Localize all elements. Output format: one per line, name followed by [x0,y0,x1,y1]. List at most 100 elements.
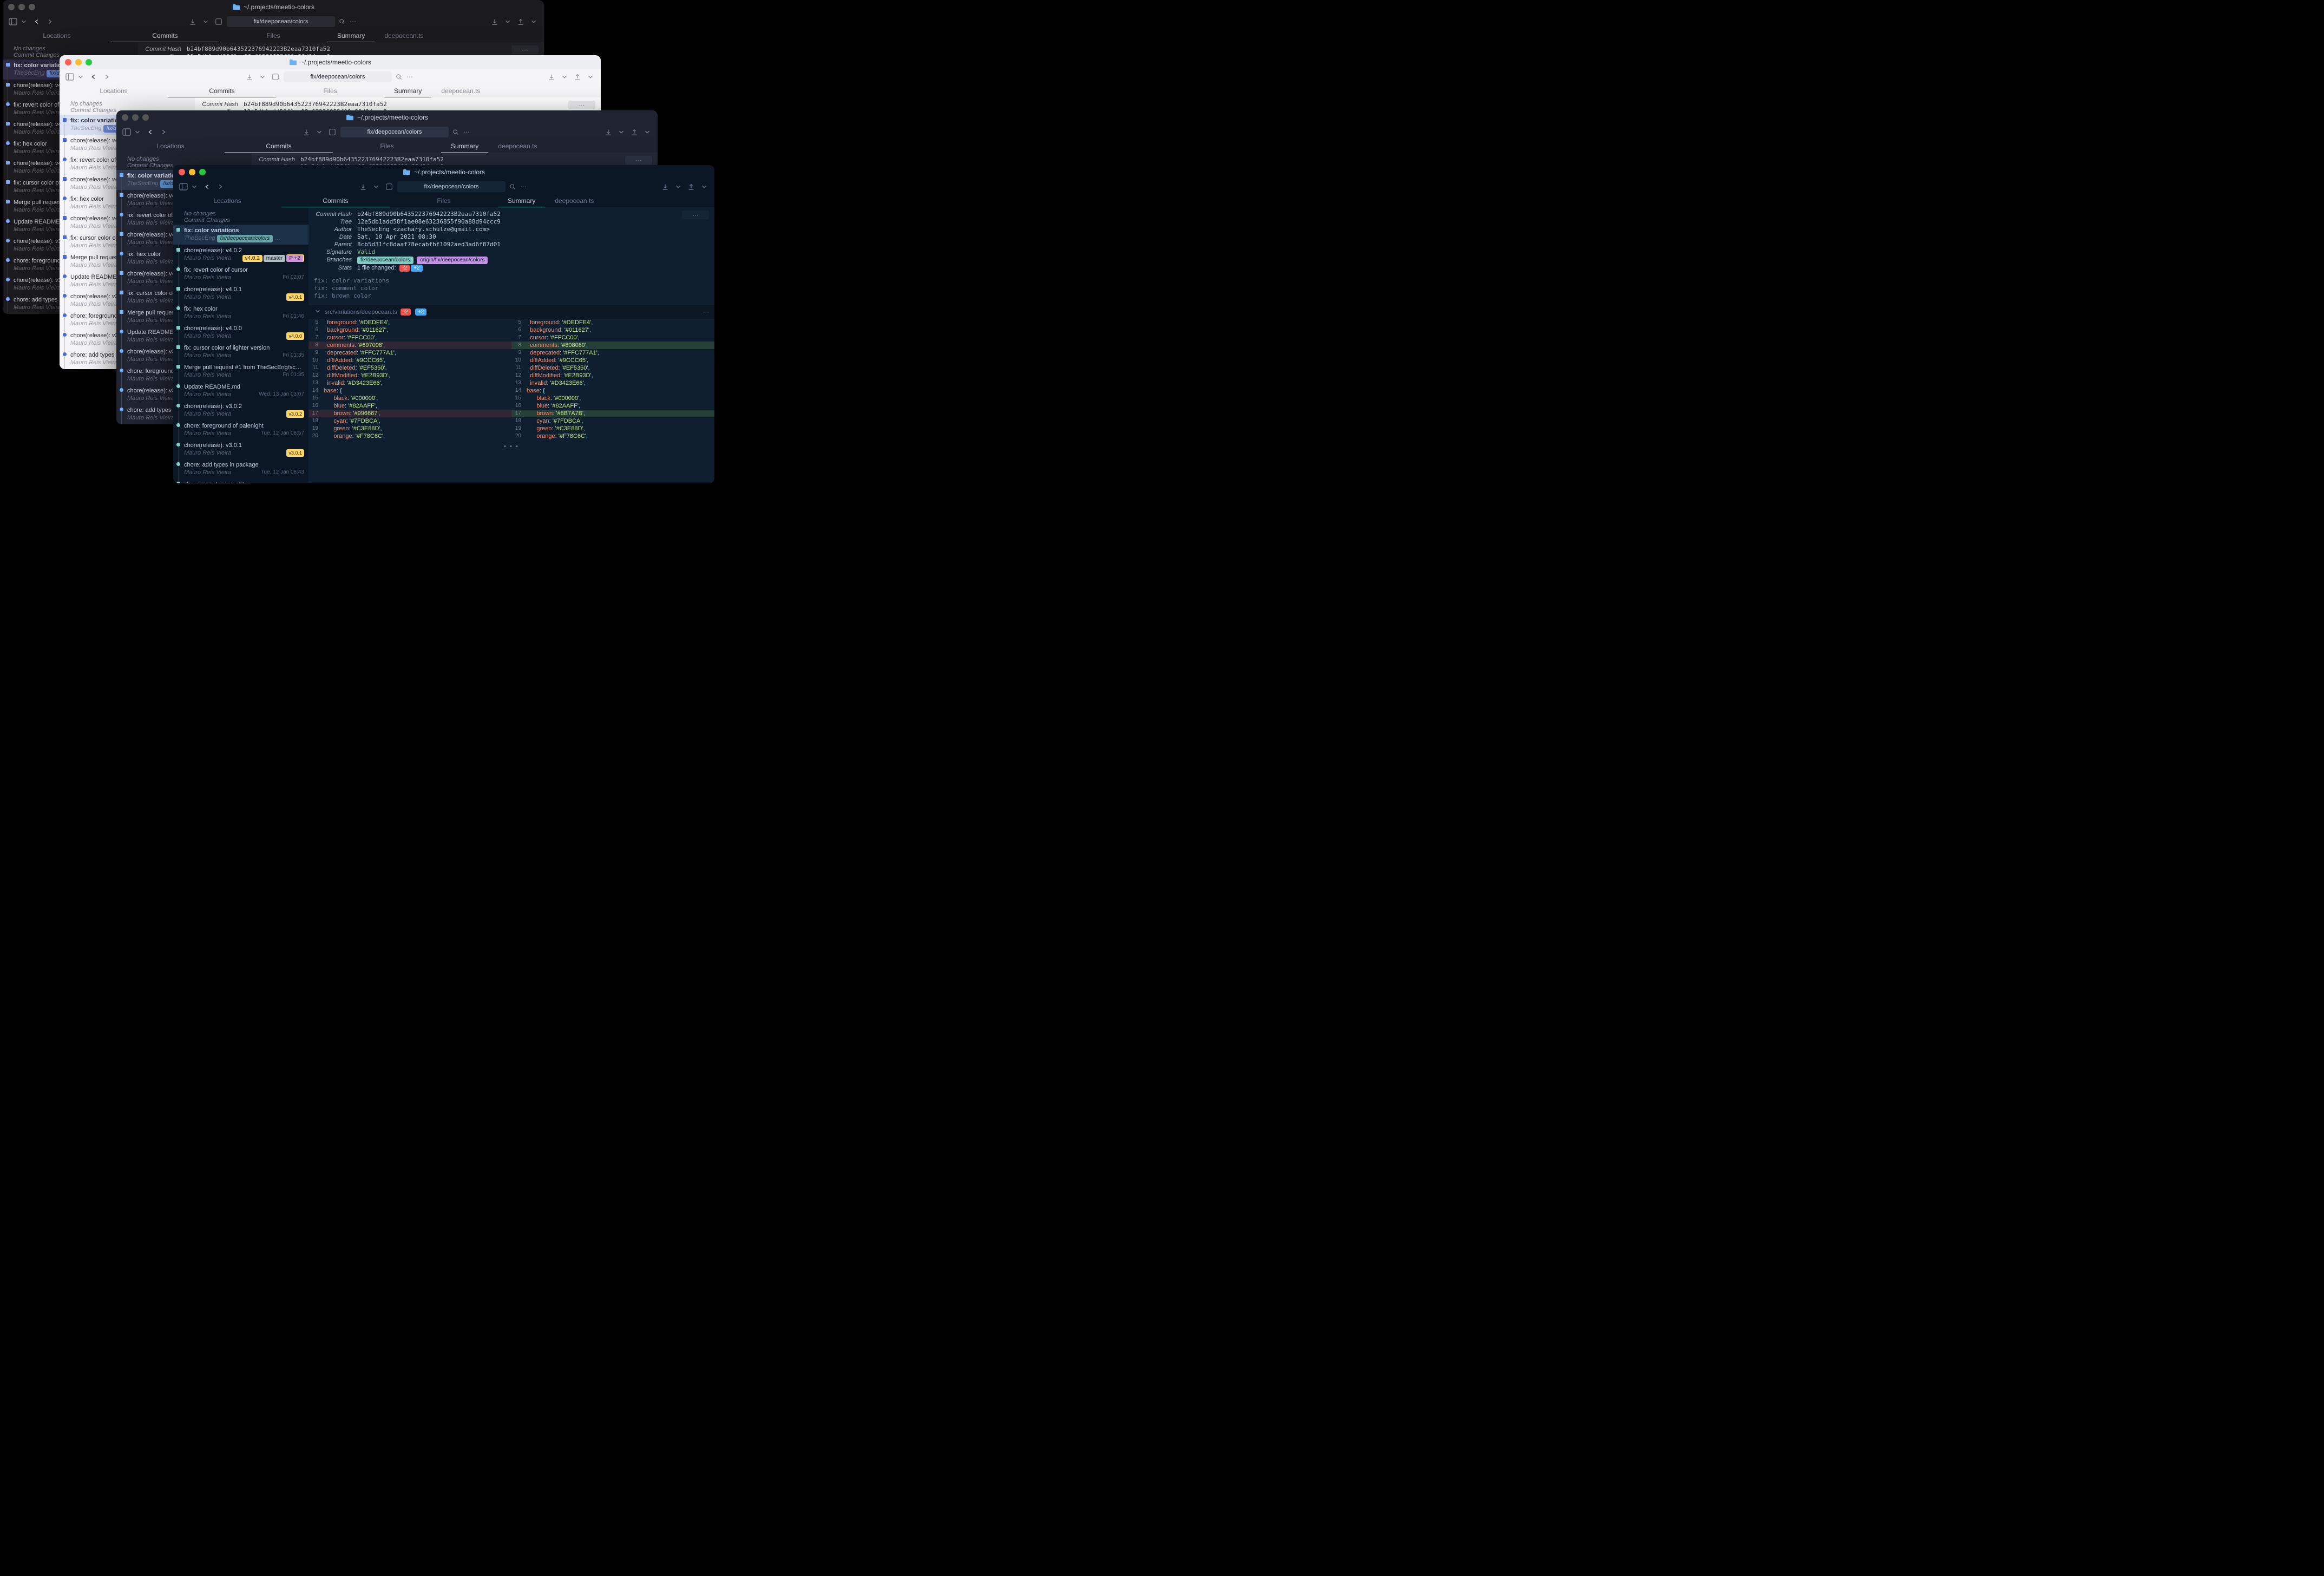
chevron-down-icon[interactable] [371,182,381,192]
commit-row[interactable]: chore: revert name of tag Mauro Reis Vie… [173,478,308,483]
more-button[interactable]: ⋯ [682,211,709,219]
traffic-lights[interactable] [122,114,149,121]
tab-summary[interactable]: Summary [498,194,545,207]
more-icon[interactable]: ⋯ [463,128,470,136]
tab-summary[interactable]: Summary [327,29,375,42]
chevron-down-icon[interactable] [560,72,569,82]
chevron-down-icon[interactable] [76,72,86,82]
chevron-down-icon[interactable] [503,17,513,27]
push-icon[interactable] [686,182,696,192]
search-icon[interactable] [395,73,403,81]
tab-files[interactable]: Files [276,84,384,97]
more-icon[interactable]: ⋯ [349,18,357,25]
diff-file-header[interactable]: src/variations/deepocean.ts -2+2 ⋯ [308,305,714,319]
pull-icon[interactable] [547,72,556,82]
tab-summary[interactable]: Summary [384,84,431,97]
omnibox[interactable]: fix/deepocean/colors [227,16,335,27]
commit-row[interactable]: fix: hex color Mauro Reis Vieira Fri 01:… [173,303,308,323]
tab-deepocean-ts[interactable]: deepocean.ts [545,194,603,207]
more-icon[interactable]: ⋯ [703,308,709,316]
nav-back-button[interactable] [146,127,155,137]
sidebar-toggle-icon[interactable] [179,182,188,192]
traffic-lights[interactable] [8,4,35,10]
tab-files[interactable]: Files [219,29,327,42]
stash-icon[interactable] [358,182,368,192]
commit-row[interactable]: chore(release): v3.0.2 Mauro Reis Vieira… [173,400,308,420]
chevron-down-icon[interactable] [586,72,595,82]
sidebar-toggle-icon[interactable] [8,17,18,27]
nav-forward-button[interactable] [159,127,168,137]
panel-icon[interactable] [327,127,337,137]
pull-icon[interactable] [490,17,500,27]
commit-row[interactable]: chore: add types in package Mauro Reis V… [173,459,308,478]
more-button[interactable]: ⋯ [625,156,652,165]
sidebar-toggle-icon[interactable] [122,127,132,137]
chevron-down-icon[interactable] [673,182,683,192]
pull-icon[interactable] [603,127,613,137]
commit-row[interactable]: chore(release): v4.0.1 Mauro Reis Vieira… [173,284,308,303]
tab-locations[interactable]: Locations [60,84,168,97]
more-button[interactable]: ⋯ [568,101,595,109]
chevron-down-icon[interactable] [19,17,29,27]
commit-row[interactable]: chore(release): v4.0.0 Mauro Reis Vieira… [173,323,308,342]
nav-forward-button[interactable] [215,182,225,192]
traffic-lights[interactable] [65,59,92,65]
push-icon[interactable] [573,72,582,82]
tab-summary[interactable]: Summary [441,140,488,153]
chevron-down-icon[interactable] [258,72,267,82]
expand-dots-icon[interactable]: ▪ ▪ ▪ [314,440,709,453]
nav-back-button[interactable] [89,72,99,82]
traffic-lights[interactable] [179,169,206,175]
omnibox[interactable]: fix/deepocean/colors [397,181,505,192]
panel-icon[interactable] [384,182,394,192]
tab-commits[interactable]: Commits [281,194,390,207]
commit-row[interactable]: fix: revert color of cursor Mauro Reis V… [173,264,308,284]
search-icon[interactable] [452,128,459,136]
chevron-down-icon[interactable] [314,127,324,137]
search-icon[interactable] [509,183,516,191]
omnibox[interactable]: fix/deepocean/colors [284,71,392,82]
tab-locations[interactable]: Locations [173,194,281,207]
tab-commits[interactable]: Commits [168,84,276,97]
commit-row[interactable]: Merge pull request #1 from TheSecEng/sch… [173,362,308,381]
nav-forward-button[interactable] [45,17,55,27]
commit-row[interactable]: chore: foreground of palenight Mauro Rei… [173,420,308,439]
tab-deepocean-ts[interactable]: deepocean.ts [431,84,490,97]
chevron-down-icon[interactable] [133,127,142,137]
push-icon[interactable] [516,17,526,27]
push-icon[interactable] [629,127,639,137]
more-button[interactable]: ⋯ [511,45,539,54]
tab-locations[interactable]: Locations [116,140,225,153]
stash-icon[interactable] [245,72,254,82]
search-icon[interactable] [338,18,346,25]
panel-icon[interactable] [271,72,280,82]
chevron-down-icon[interactable] [201,17,211,27]
chevron-down-icon[interactable] [699,182,709,192]
commit-row[interactable]: fix: color variations TheSecEng fix/deep… [173,225,308,245]
nav-back-button[interactable] [202,182,212,192]
stash-icon[interactable] [188,17,198,27]
stash-icon[interactable] [301,127,311,137]
tab-deepocean-ts[interactable]: deepocean.ts [488,140,547,153]
chevron-down-icon[interactable] [616,127,626,137]
more-icon[interactable]: ⋯ [520,183,527,191]
commit-row[interactable]: chore(release): v3.0.1 Mauro Reis Vieira… [173,439,308,459]
tab-files[interactable]: Files [390,194,498,207]
commit-row[interactable]: Update README.md Mauro Reis Vieira Wed, … [173,381,308,400]
pull-icon[interactable] [660,182,670,192]
nav-forward-button[interactable] [102,72,111,82]
more-icon[interactable]: ⋯ [406,73,413,81]
tab-locations[interactable]: Locations [3,29,111,42]
tab-commits[interactable]: Commits [111,29,219,42]
sidebar-toggle-icon[interactable] [65,72,75,82]
tab-commits[interactable]: Commits [225,140,333,153]
tab-files[interactable]: Files [333,140,441,153]
nav-back-button[interactable] [32,17,42,27]
commit-row[interactable]: fix: cursor color of lighter version Mau… [173,342,308,362]
commit-row[interactable]: chore(release): v4.0.2 Mauro Reis Vieira… [173,245,308,264]
chevron-down-icon[interactable] [529,17,539,27]
omnibox[interactable]: fix/deepocean/colors [340,127,449,137]
tab-deepocean-ts[interactable]: deepocean.ts [375,29,433,42]
chevron-down-icon[interactable] [189,182,199,192]
chevron-down-icon[interactable] [642,127,652,137]
